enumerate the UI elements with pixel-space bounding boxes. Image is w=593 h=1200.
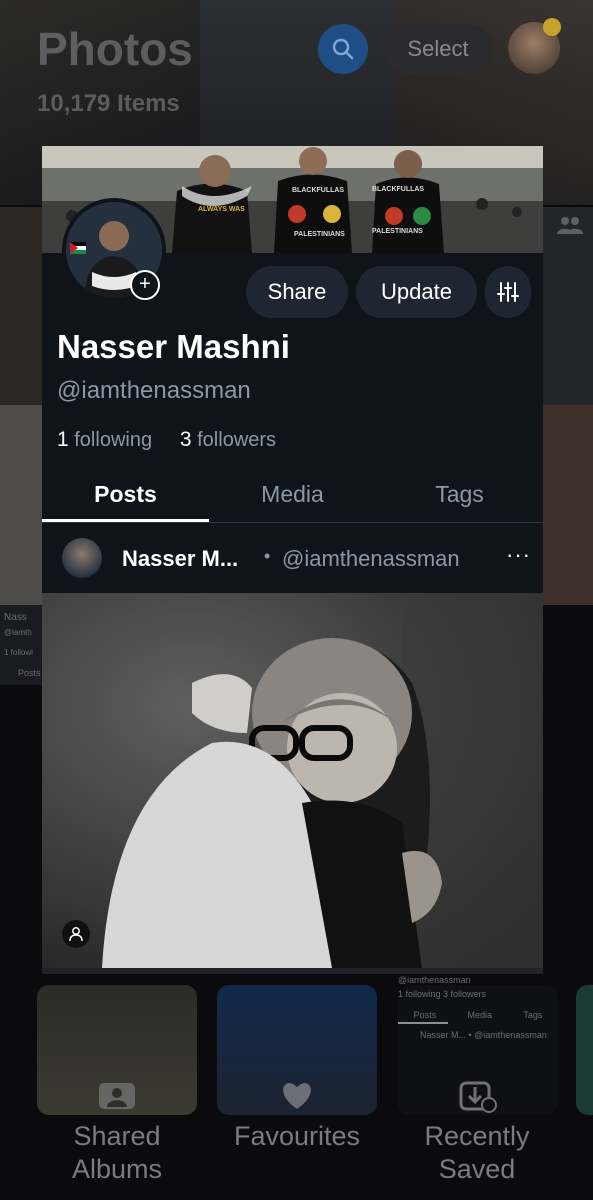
- mini-tab: Posts: [413, 1010, 437, 1020]
- following-link[interactable]: 1 following: [57, 428, 152, 451]
- followers-link[interactable]: 3 followers: [180, 428, 276, 451]
- profile-handle: @iamthenassman: [57, 377, 251, 404]
- tab-media[interactable]: Media: [209, 461, 376, 522]
- recently-saved-card[interactable]: [398, 985, 558, 1115]
- select-button[interactable]: Select: [383, 24, 493, 74]
- mini-profile-stats: 1 followi: [4, 648, 33, 657]
- collections-row: Shared Albums Favourites Recently Saved: [0, 965, 593, 1200]
- add-story-button[interactable]: +: [130, 270, 160, 300]
- search-button[interactable]: [318, 24, 368, 74]
- tab-posts[interactable]: Posts: [42, 461, 209, 522]
- banner-text: PALESTINIANS: [372, 228, 423, 235]
- mini-profile-handle: @iamth: [4, 628, 32, 637]
- profile-screenshot-card[interactable]: BLACKFULLAS PALESTINIANS BLACKFULLAS PAL…: [42, 146, 543, 974]
- photo-thumbnail[interactable]: [0, 207, 42, 405]
- profile-stats: 1 following 3 followers: [57, 428, 276, 452]
- post-author-handle[interactable]: @iamthenassman: [282, 546, 460, 572]
- items-count: 10,179 Items: [37, 90, 180, 117]
- post-image[interactable]: [42, 593, 543, 968]
- mini-tab: Media: [467, 1010, 492, 1020]
- sliders-icon: [497, 282, 519, 302]
- collection-card[interactable]: [576, 985, 593, 1115]
- mini-profile-name: Nass: [4, 612, 27, 623]
- favourites-label: Favourites: [233, 1121, 361, 1151]
- banner-text: PALESTINIANS: [294, 231, 345, 238]
- post-author-avatar[interactable]: [62, 538, 102, 578]
- mini-profile-stats: 1 following 3 followers: [398, 989, 487, 999]
- banner-text: BLACKFULLAS: [372, 186, 425, 193]
- heart-icon: [283, 1083, 311, 1109]
- post-header: Nasser M... • @iamthenassman ···: [42, 522, 543, 593]
- mini-profile-tab: Posts: [18, 668, 41, 678]
- mini-profile-preview: @iamthenassman 1 following 3 followers: [398, 975, 558, 999]
- profile-display-name: Nasser Mashni: [57, 328, 290, 365]
- post-author-name[interactable]: Nasser M...: [122, 546, 238, 572]
- recently-saved-label: Recently Saved: [424, 1121, 530, 1184]
- filters-button[interactable]: [485, 266, 531, 318]
- post-separator: •: [264, 546, 271, 566]
- tagged-person-button[interactable]: [62, 920, 90, 948]
- card-bottom-edge: [42, 968, 543, 974]
- mini-profile-handle: @iamthenassman: [398, 975, 471, 985]
- download-icon: [459, 1081, 497, 1113]
- photo-thumbnail[interactable]: [0, 405, 42, 605]
- mini-profile-tabs: Posts Media Tags: [398, 1010, 558, 1020]
- profile-tabs: Posts Media Tags: [42, 461, 543, 523]
- shared-albums-icon: [99, 1083, 135, 1109]
- mini-tab-underline: [398, 1022, 448, 1024]
- mini-tab: Tags: [523, 1010, 543, 1020]
- update-button[interactable]: Update: [356, 266, 477, 318]
- shared-albums-label: Shared Albums: [71, 1121, 163, 1184]
- share-button[interactable]: Share: [246, 266, 348, 318]
- photo-thumbnail[interactable]: [543, 405, 593, 605]
- person-icon: [69, 927, 83, 942]
- search-icon: [332, 38, 354, 60]
- favourites-card[interactable]: [217, 985, 377, 1115]
- notification-dot: [543, 18, 561, 36]
- banner-text: ALWAYS WAS: [198, 206, 245, 213]
- people-icon: [557, 216, 583, 239]
- tab-tags[interactable]: Tags: [376, 461, 543, 522]
- shared-albums-card[interactable]: [37, 985, 197, 1115]
- mini-post-header: Nasser M... • @iamthenassman: [420, 1030, 547, 1040]
- page-title: Photos: [37, 23, 193, 75]
- banner-text: BLACKFULLAS: [292, 187, 345, 194]
- hug-photo: [42, 593, 543, 968]
- post-more-button[interactable]: ···: [506, 542, 531, 568]
